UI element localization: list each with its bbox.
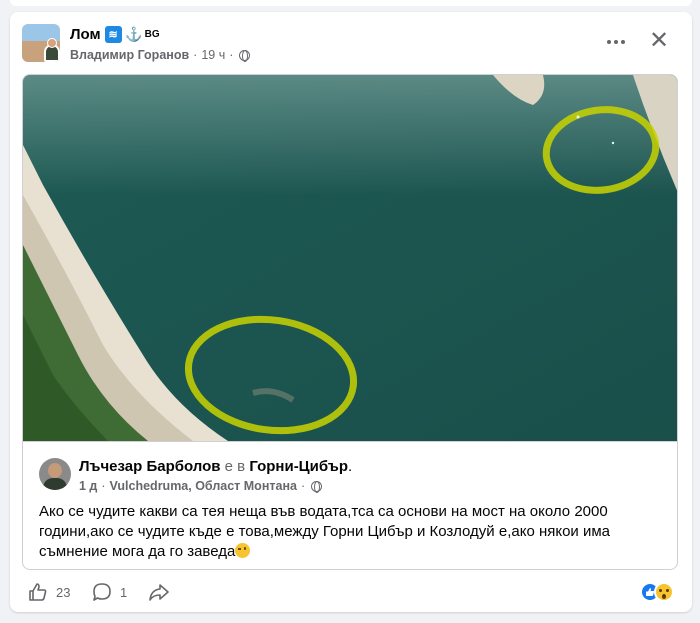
shared-post-body: Лъчезар Барболов е в Горни-Цибър. 1 д · … xyxy=(23,441,677,569)
wave-emoji-icon: ≋ xyxy=(104,26,122,43)
checkin-period: . xyxy=(348,458,353,475)
more-dots-icon xyxy=(607,40,611,44)
shared-time[interactable]: 1 д xyxy=(79,479,97,493)
globe-icon xyxy=(311,480,323,493)
checkin-text: е в xyxy=(220,458,250,475)
author-avatar[interactable] xyxy=(39,458,71,490)
thumbs-up-icon xyxy=(29,583,47,601)
group-name[interactable]: Лом ≋ ⚓ BG xyxy=(70,26,160,43)
post-card: Лом ≋ ⚓ BG Владимир Горанов · 19 ч · ✕ Л… xyxy=(10,12,692,612)
post-header: Лом ≋ ⚓ BG Владимир Горанов · 19 ч · ✕ xyxy=(22,24,680,66)
more-dot xyxy=(614,40,618,44)
share-icon xyxy=(149,584,169,601)
more-dot xyxy=(621,40,625,44)
water-object xyxy=(576,115,580,119)
water-object xyxy=(611,141,615,145)
post-time[interactable]: 19 ч xyxy=(201,48,225,62)
like-button[interactable]: 23 xyxy=(28,582,70,602)
group-name-text: Лом xyxy=(70,26,101,43)
globe-icon xyxy=(239,49,251,62)
meta-separator-2: · xyxy=(300,479,306,493)
share-button[interactable] xyxy=(148,582,170,602)
action-bar: 23 1 xyxy=(22,578,680,608)
shared-author[interactable]: Лъчезар Барболов xyxy=(79,458,221,475)
more-options-button[interactable] xyxy=(598,28,634,56)
comment-button[interactable]: 1 xyxy=(92,582,127,602)
group-avatar[interactable] xyxy=(22,24,60,62)
like-count: 23 xyxy=(56,584,71,600)
wow-reaction-icon xyxy=(654,582,674,602)
shared-post-text: Ако се чудите какви са тея неща във вода… xyxy=(39,502,659,562)
close-button[interactable]: ✕ xyxy=(644,26,674,56)
avatar-head-shape xyxy=(47,38,57,48)
post-author[interactable]: Владимир Горанов xyxy=(70,48,189,62)
avatar-head-shape xyxy=(48,463,62,478)
previous-card-edge xyxy=(10,0,692,6)
avatar-body-shape xyxy=(43,478,67,490)
group-tag: BG xyxy=(144,29,160,40)
reactions-summary[interactable] xyxy=(640,582,678,602)
water-glare xyxy=(23,75,677,195)
shared-meta: 1 д · Vulchedruma, Област Монтана · xyxy=(79,479,323,493)
checkin-place[interactable]: Горни-Цибър xyxy=(249,458,348,475)
shared-location[interactable]: Vulchedruma, Област Монтана xyxy=(110,479,297,493)
shared-author-line: Лъчезар Барболов е в Горни-Цибър. xyxy=(79,458,352,475)
comment-count: 1 xyxy=(120,584,128,600)
post-meta: Владимир Горанов · 19 ч · xyxy=(70,48,251,62)
anchor-emoji-icon: ⚓ xyxy=(125,26,143,42)
meta-separator: · xyxy=(193,48,198,62)
close-icon: ✕ xyxy=(648,27,670,54)
shared-post[interactable]: Лъчезар Барболов е в Горни-Цибър. 1 д · … xyxy=(22,74,678,570)
meta-separator-2: · xyxy=(229,48,234,62)
meta-separator: · xyxy=(101,479,106,493)
river-aerial-photo[interactable] xyxy=(23,75,678,441)
wink-emoji-icon xyxy=(235,543,251,558)
comment-icon xyxy=(93,583,111,601)
shared-post-text-content: Ако се чудите какви са тея неща във вода… xyxy=(39,503,611,560)
